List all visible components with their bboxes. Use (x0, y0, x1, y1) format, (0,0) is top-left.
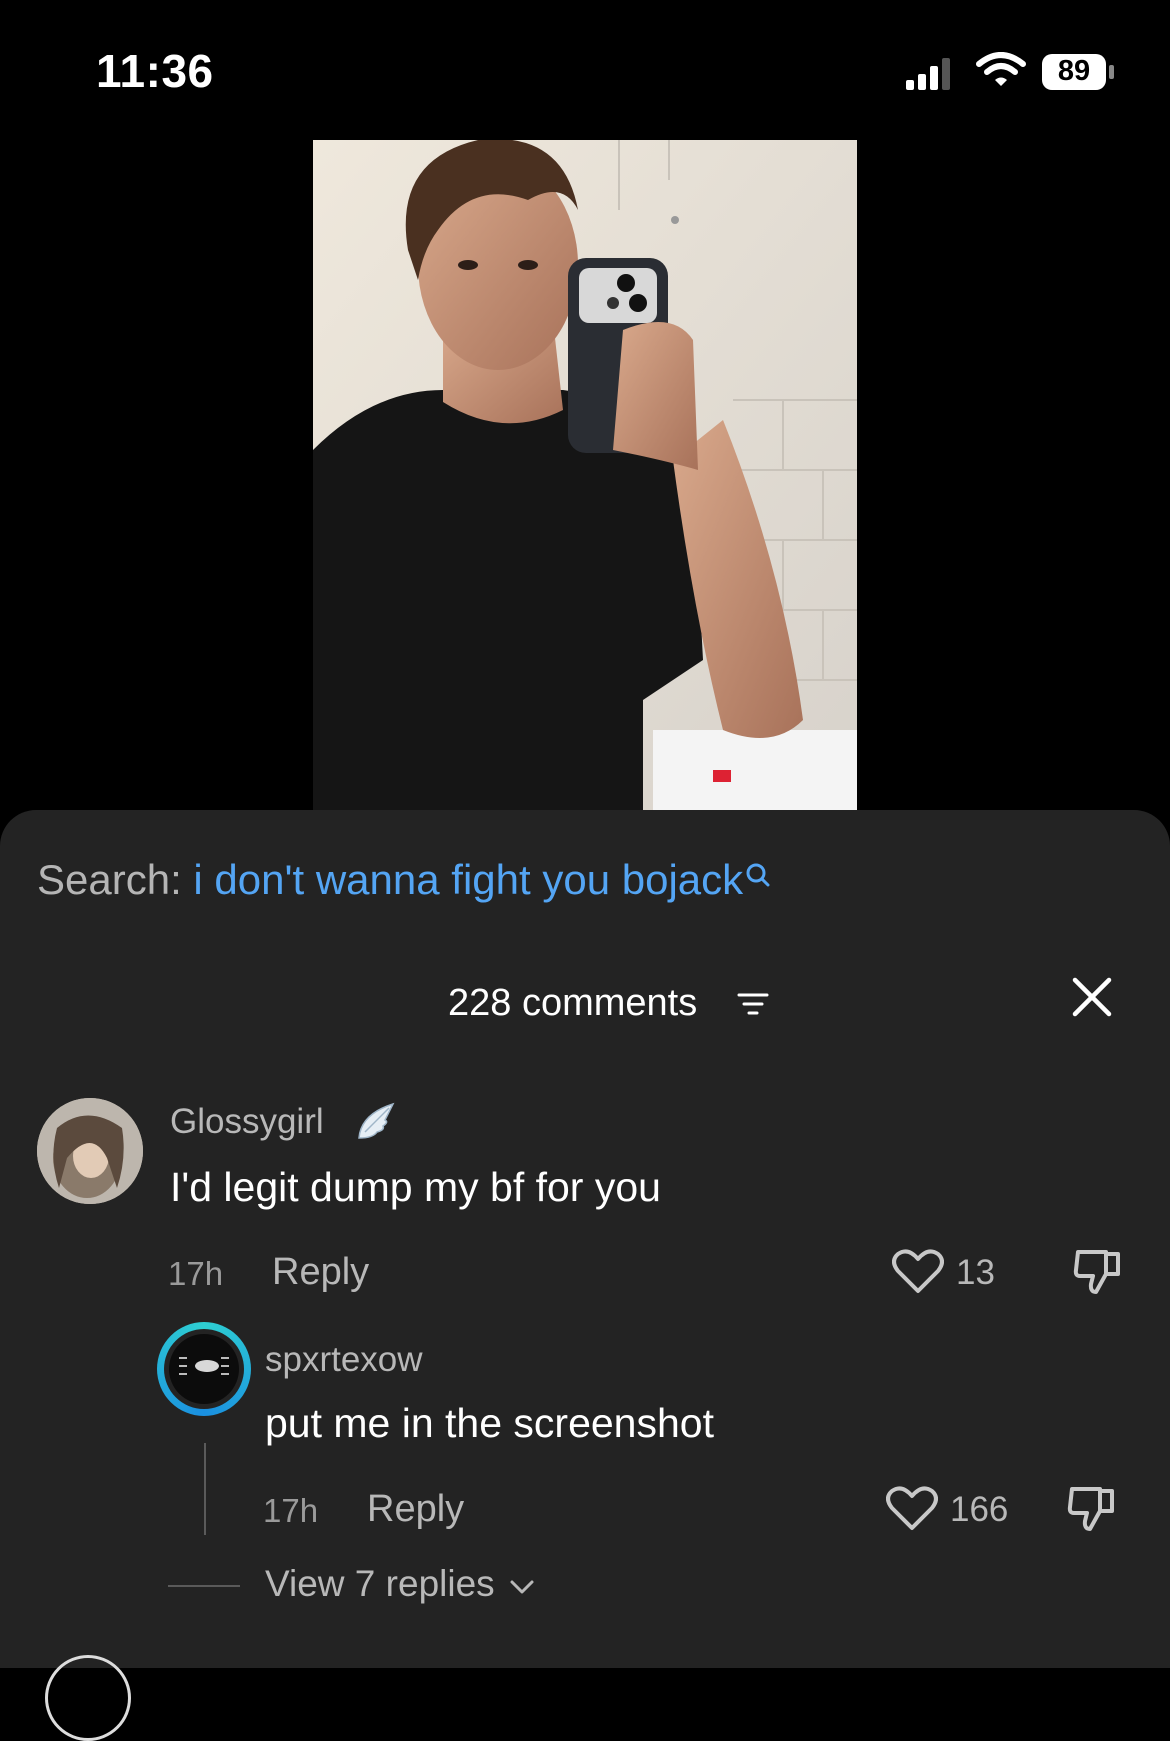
like-count: 13 (956, 1253, 995, 1292)
view-replies-label: View 7 replies (265, 1563, 495, 1604)
reply-text: put me in the screenshot (265, 1400, 714, 1446)
comment-username[interactable]: Glossygirl (170, 1102, 324, 1142)
search-query[interactable]: i don't wanna fight you bojack (193, 856, 743, 903)
chevron-down-icon (510, 1580, 534, 1594)
like-count: 166 (950, 1490, 1009, 1529)
reply-username[interactable]: spxrtexow (265, 1340, 423, 1380)
reply-button[interactable]: Reply (272, 1251, 369, 1294)
post-photo[interactable] (313, 140, 857, 810)
comment-count: 228 comments (448, 982, 698, 1024)
search-suggestion[interactable]: Search: i don't wanna fight you bojack (37, 856, 771, 904)
avatar[interactable] (37, 1098, 143, 1204)
comments-sheet: Search: i don't wanna fight you bojack 2… (0, 810, 1170, 1668)
dislike-icon[interactable] (1066, 1483, 1118, 1533)
comments-header: 228 comments (0, 974, 1170, 1034)
status-time: 11:36 (96, 45, 214, 97)
comment-text: I'd legit dump my bf for you (170, 1164, 661, 1210)
avatar[interactable] (157, 1322, 251, 1416)
comment-time: 17h (168, 1255, 224, 1292)
filter-icon[interactable] (737, 992, 769, 1018)
heart-icon[interactable] (886, 1486, 938, 1532)
view-replies-button[interactable]: View 7 replies (265, 1563, 535, 1605)
search-label: Search: (37, 856, 182, 903)
battery-level: 89 (1057, 55, 1091, 87)
selfie-image (313, 140, 857, 810)
status-bar: 11:36 89 (0, 0, 1170, 140)
close-icon[interactable] (1071, 976, 1113, 1018)
view-replies-divider (168, 1585, 240, 1587)
signal-icon (906, 58, 950, 90)
dislike-icon[interactable] (1072, 1246, 1124, 1296)
reply-button[interactable]: Reply (367, 1488, 464, 1531)
angel-wing-icon (358, 1102, 395, 1139)
thread-line (204, 1443, 206, 1535)
wifi-icon (976, 52, 1026, 86)
reply-time: 17h (263, 1492, 319, 1529)
heart-icon[interactable] (892, 1249, 944, 1295)
search-icon (746, 863, 770, 887)
